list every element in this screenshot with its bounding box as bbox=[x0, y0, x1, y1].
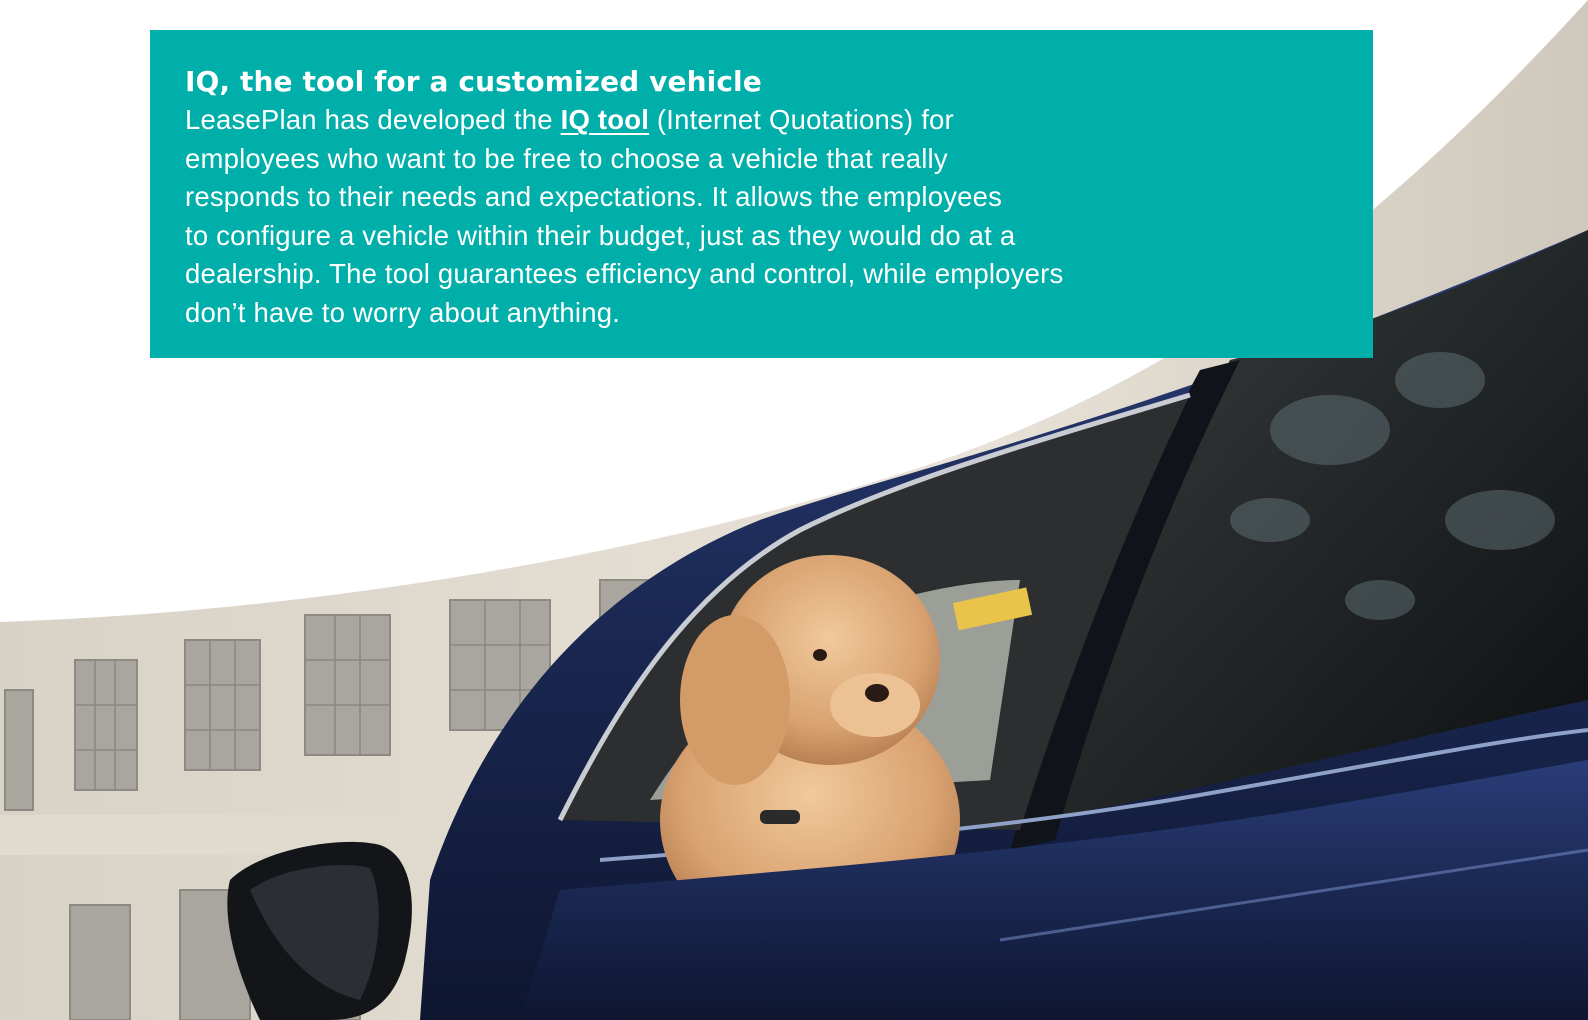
body-line6: don’t have to worry about anything. bbox=[185, 296, 621, 328]
dog-nose bbox=[865, 684, 889, 702]
iq-tool-link[interactable]: IQ tool bbox=[561, 104, 649, 135]
body-line3: responds to their needs and expectations… bbox=[185, 181, 1003, 213]
body-line5: dealership. The tool guarantees efficien… bbox=[185, 258, 1064, 290]
body-prefix: LeasePlan has developed the bbox=[185, 104, 561, 135]
body-line4: to configure a vehicle within their budg… bbox=[185, 219, 1016, 251]
dog-snout bbox=[830, 673, 920, 737]
info-body: LeasePlan has developed the IQ tool (Int… bbox=[185, 101, 1337, 333]
dog-ear-left bbox=[680, 615, 790, 785]
dog-collar bbox=[760, 810, 800, 824]
body-line1-suffix: (Internet Quotations) for bbox=[649, 104, 954, 135]
dog-eye bbox=[813, 649, 827, 661]
info-box: IQ, the tool for a customized vehicle Le… bbox=[150, 30, 1373, 358]
info-title: IQ, the tool for a customized vehicle bbox=[185, 65, 762, 98]
body-line2: employees who want to be free to choose … bbox=[185, 142, 948, 174]
